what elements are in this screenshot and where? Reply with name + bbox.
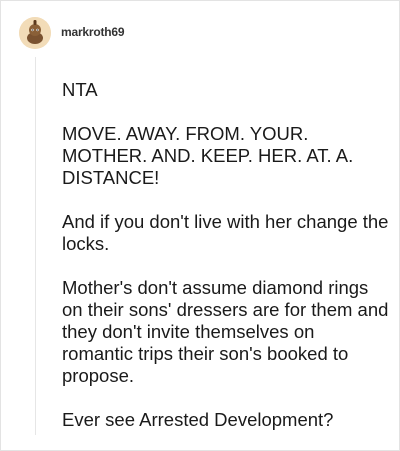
comment-card: markroth69 NTA MOVE. AWAY. FROM. YOUR. M… xyxy=(0,0,400,451)
comment-paragraph: And if you don't live with her change th… xyxy=(62,211,389,254)
comment-body: NTA MOVE. AWAY. FROM. YOUR. MOTHER. AND.… xyxy=(62,79,390,431)
comment-paragraph: NTA xyxy=(62,79,98,100)
thread-line[interactable] xyxy=(35,57,36,435)
snoo-avatar-icon xyxy=(19,17,51,49)
comment-header: markroth69 xyxy=(19,17,125,49)
username[interactable]: markroth69 xyxy=(61,25,125,39)
avatar[interactable] xyxy=(19,17,51,49)
comment-paragraph: MOVE. AWAY. FROM. YOUR. MOTHER. AND. KEE… xyxy=(62,123,354,188)
comment-paragraph: Mother's don't assume diamond rings on t… xyxy=(62,277,389,386)
comment-paragraph: Ever see Arrested Development? xyxy=(62,409,334,430)
